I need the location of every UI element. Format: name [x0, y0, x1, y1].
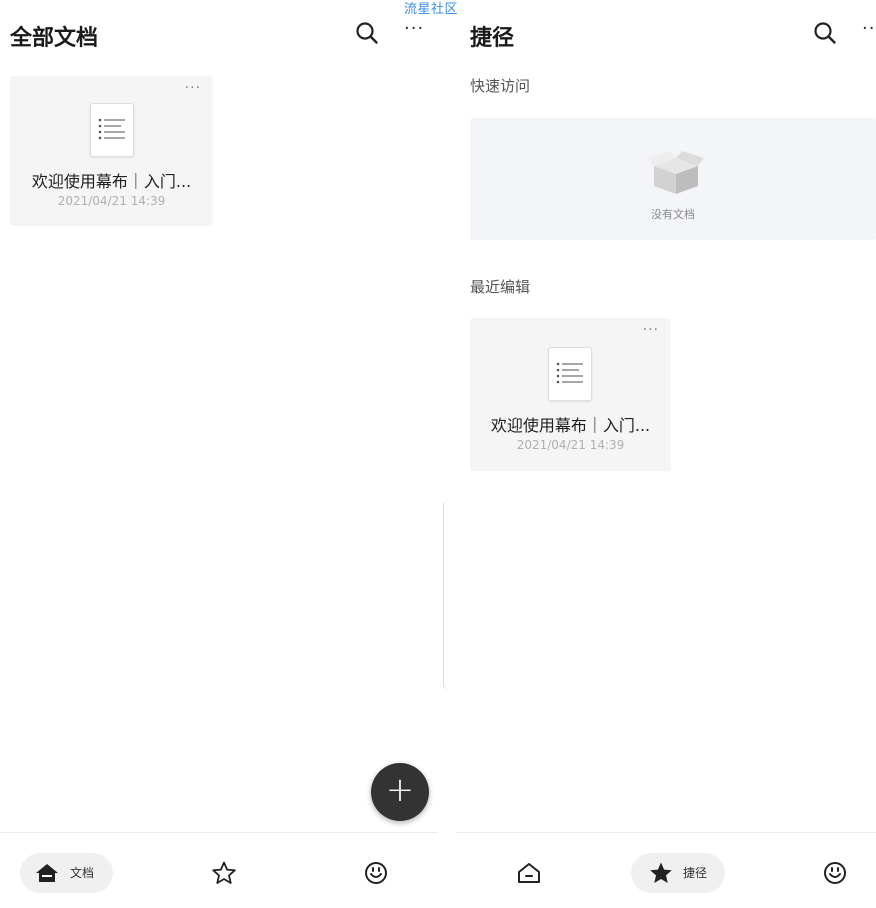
all-docs-screen: 全部文档 ··· ··· 欢迎使用幕布｜入门... 2021/04/21 14:…	[0, 0, 438, 908]
card-more-button[interactable]: ···	[643, 322, 659, 338]
empty-state-text: 没有文档	[651, 208, 695, 221]
quick-access-area: 没有文档	[470, 118, 876, 240]
page-title: 捷径	[470, 26, 515, 51]
star-icon[interactable]	[211, 860, 237, 886]
doc-title: 欢迎使用幕布｜入门...	[490, 416, 651, 435]
page-title: 全部文档	[10, 26, 99, 51]
panel-divider	[443, 500, 450, 690]
doc-card[interactable]: ··· 欢迎使用幕布｜入门... 2021/04/21 14:39	[10, 76, 213, 226]
quick-access-heading: 快速访问	[470, 77, 531, 95]
more-menu-button[interactable]: ··	[862, 18, 875, 39]
tab-shortcuts-label: 捷径	[683, 866, 708, 880]
recent-edits-heading: 最近编辑	[470, 278, 531, 296]
star-filled-icon	[650, 862, 672, 883]
shortcuts-screen: 捷径 ·· 快速访问 没有文档 最近编辑 ··· 欢迎使用幕布｜入门... 20…	[456, 0, 876, 908]
tab-documents[interactable]: 文档	[20, 853, 113, 893]
search-icon[interactable]	[354, 20, 380, 46]
doc-card[interactable]: ··· 欢迎使用幕布｜入门... 2021/04/21 14:39	[470, 318, 671, 471]
doc-title: 欢迎使用幕布｜入门...	[31, 172, 192, 191]
search-icon[interactable]	[812, 20, 838, 46]
doc-date: 2021/04/21 14:39	[57, 194, 166, 208]
smiley-icon[interactable]	[363, 860, 389, 886]
tab-shortcuts[interactable]: 捷径	[631, 853, 725, 893]
document-icon	[548, 347, 592, 401]
home-icon	[36, 864, 58, 882]
tab-documents-label: 文档	[70, 866, 95, 880]
empty-box-icon	[648, 151, 704, 194]
add-document-button[interactable]: +	[371, 763, 429, 821]
card-more-button[interactable]: ···	[185, 80, 201, 96]
more-menu-button[interactable]: ···	[404, 18, 424, 39]
home-outline-icon[interactable]	[516, 860, 542, 886]
bottom-tab-bar: 文档	[0, 832, 438, 908]
bottom-tab-bar: 捷径	[456, 832, 876, 908]
smiley-icon[interactable]	[822, 860, 848, 886]
doc-date: 2021/04/21 14:39	[516, 438, 625, 452]
document-icon	[90, 103, 134, 157]
